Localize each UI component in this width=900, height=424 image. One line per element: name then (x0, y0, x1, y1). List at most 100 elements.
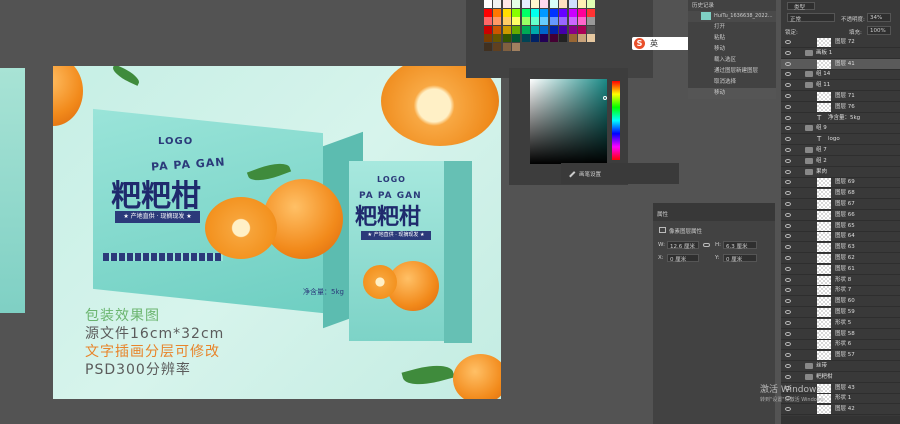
color-swatch[interactable] (484, 34, 492, 43)
visibility-eye-icon[interactable] (785, 374, 791, 379)
blend-mode-select[interactable]: 正常 (787, 13, 835, 23)
visibility-eye-icon[interactable] (785, 364, 791, 368)
layer-row[interactable]: 组 11 (781, 80, 900, 92)
layer-row[interactable]: Tlogo (781, 134, 900, 146)
layer-row[interactable]: 图层 69 (781, 177, 900, 189)
layer-row[interactable]: T 净含量：5kg (781, 113, 900, 124)
color-swatch[interactable] (531, 17, 539, 26)
history-step[interactable]: 移动 (688, 88, 776, 99)
y-field[interactable]: 0 厘米 (723, 254, 757, 263)
color-swatch[interactable] (484, 0, 492, 8)
visibility-eye-icon[interactable] (785, 320, 791, 325)
layer-row[interactable]: 图层 67 (781, 199, 900, 210)
visibility-eye-icon[interactable] (785, 180, 791, 185)
layer-row[interactable]: 形状 5 (781, 318, 900, 329)
color-swatch[interactable] (587, 8, 596, 17)
visibility-eye-icon[interactable] (785, 353, 791, 358)
color-swatch[interactable] (540, 25, 549, 34)
color-swatch[interactable] (540, 17, 549, 26)
visibility-eye-icon[interactable] (785, 104, 791, 109)
history-snapshot[interactable]: HuiTu_1636638_2022... (688, 11, 776, 22)
swatches-panel[interactable] (466, 0, 653, 78)
color-swatch[interactable] (531, 34, 539, 43)
history-step[interactable]: 移动 (688, 44, 776, 55)
color-swatch[interactable] (568, 17, 577, 26)
artboard-canvas[interactable]: LOGO PA PA GAN 粑粑柑 ★ 产地直供 · 现摘现发 ★ 净含量：5… (53, 66, 501, 399)
color-swatch[interactable] (512, 17, 521, 26)
width-field[interactable]: 12.6 厘米 (667, 241, 699, 250)
layer-filter-kind[interactable]: 类型 (787, 2, 815, 11)
color-swatch[interactable] (493, 0, 502, 8)
layer-row[interactable]: 组 9 (781, 123, 900, 135)
layers-panel[interactable]: 类型 正常 不透明度: 34% 锁定: 填充: 100% 图层 72 画板 1 图层… (781, 0, 900, 424)
color-swatch[interactable] (512, 0, 521, 8)
visibility-eye-icon[interactable] (785, 234, 791, 239)
visibility-eye-icon[interactable] (785, 94, 791, 98)
layer-row[interactable]: 图层 42 (781, 404, 900, 416)
visibility-eye-icon[interactable] (785, 158, 791, 163)
color-swatch[interactable] (502, 0, 511, 8)
color-swatch[interactable] (512, 34, 521, 43)
color-swatch[interactable] (502, 17, 511, 26)
color-swatch[interactable] (587, 25, 596, 34)
visibility-eye-icon[interactable] (785, 148, 791, 152)
layer-row[interactable]: 形状 7 (781, 285, 900, 297)
history-step[interactable]: 载入选区 (688, 55, 776, 66)
visibility-eye-icon[interactable] (785, 310, 791, 314)
fill-field[interactable]: 100% (867, 26, 891, 35)
color-swatch[interactable] (549, 0, 558, 8)
color-swatch[interactable] (578, 8, 586, 17)
visibility-eye-icon[interactable] (785, 342, 791, 347)
visibility-eye-icon[interactable] (785, 61, 791, 66)
color-swatch[interactable] (559, 8, 568, 17)
layer-row[interactable]: 图层 76 (781, 102, 900, 113)
color-swatch[interactable] (493, 25, 502, 34)
layer-row[interactable]: 图层 41 (781, 58, 900, 70)
history-step[interactable]: 取消选择 (688, 77, 776, 88)
color-swatch[interactable] (512, 8, 521, 17)
visibility-eye-icon[interactable] (785, 72, 791, 77)
layer-row[interactable]: 图层 65 (781, 221, 900, 232)
visibility-eye-icon[interactable] (785, 115, 791, 120)
visibility-eye-icon[interactable] (785, 223, 791, 228)
visibility-eye-icon[interactable] (785, 288, 791, 293)
color-swatch[interactable] (531, 8, 539, 17)
history-panel[interactable]: 历史记录 HuiTu_1636638_2022... 打开 粘贴 移动 载入选区 通过图… (688, 0, 776, 99)
layer-row[interactable]: 图层 57 (781, 350, 900, 362)
history-step[interactable]: 打开 (688, 22, 776, 33)
brush-settings-row[interactable]: 画笔设置 (561, 163, 679, 184)
layer-row[interactable]: 图层 72 (781, 37, 900, 48)
history-step[interactable]: 粘贴 (688, 33, 776, 44)
layer-row[interactable]: 形状 6 (781, 339, 900, 351)
color-swatch[interactable] (568, 34, 577, 43)
layer-row[interactable]: 组 14 (781, 69, 900, 81)
color-swatch[interactable] (568, 25, 577, 34)
visibility-eye-icon[interactable] (785, 407, 791, 412)
layer-row[interactable]: 图层 63 (781, 242, 900, 254)
layer-row[interactable]: 组 2 (781, 156, 900, 167)
visibility-eye-icon[interactable] (785, 202, 791, 206)
visibility-eye-icon[interactable] (785, 277, 791, 282)
color-swatch[interactable] (521, 0, 530, 8)
layer-row[interactable]: 图层 68 (781, 188, 900, 200)
color-swatch[interactable] (540, 0, 549, 8)
color-swatch[interactable] (493, 34, 502, 43)
color-swatch[interactable] (559, 17, 568, 26)
color-swatch[interactable] (578, 34, 586, 43)
layer-row[interactable]: 图层 64 (781, 231, 900, 243)
color-swatch[interactable] (502, 25, 511, 34)
layer-row[interactable]: 图层 71 (781, 91, 900, 102)
color-swatch[interactable] (502, 8, 511, 17)
layer-row[interactable]: 图层 58 (781, 329, 900, 340)
previous-document-canvas[interactable] (0, 68, 25, 313)
color-swatch[interactable] (587, 0, 596, 8)
layer-row[interactable]: 画板 1 (781, 48, 900, 59)
color-swatch[interactable] (484, 25, 492, 34)
layer-row[interactable]: 图层 66 (781, 210, 900, 221)
color-swatch[interactable] (484, 8, 492, 17)
visibility-eye-icon[interactable] (785, 299, 791, 304)
link-icon[interactable] (703, 243, 710, 247)
visibility-eye-icon[interactable] (785, 212, 791, 217)
visibility-eye-icon[interactable] (785, 331, 791, 336)
color-swatch[interactable] (493, 43, 502, 51)
